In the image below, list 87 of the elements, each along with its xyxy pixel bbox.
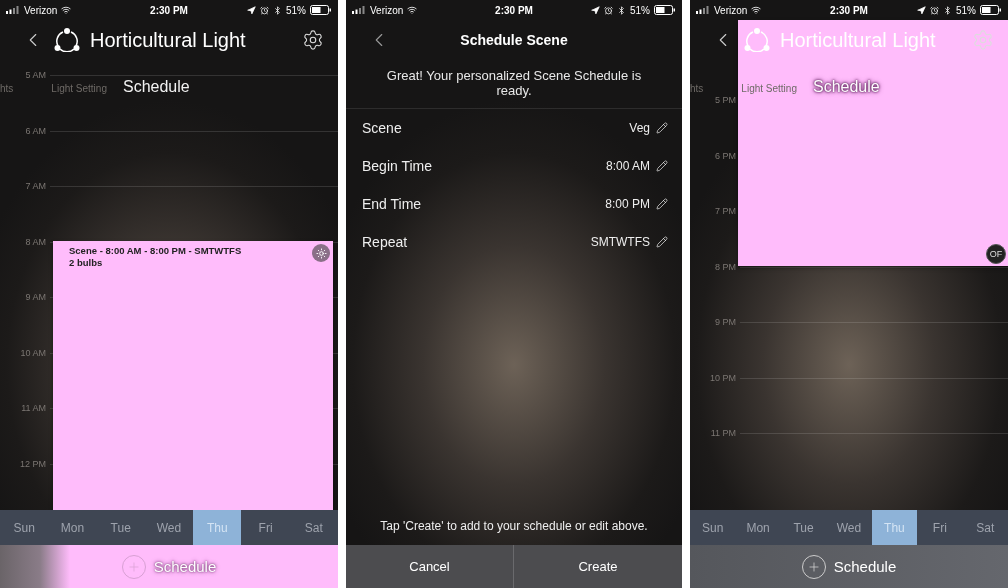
field-value[interactable]: Veg bbox=[629, 121, 650, 135]
screen-title: Horticultural Light bbox=[90, 28, 246, 52]
day-tab[interactable]: Wed bbox=[826, 510, 872, 545]
battery-icon bbox=[654, 5, 676, 15]
location-icon bbox=[917, 5, 926, 15]
day-tab[interactable]: Sat bbox=[289, 510, 338, 545]
day-tab[interactable]: Mon bbox=[48, 510, 97, 545]
edit-icon[interactable] bbox=[656, 122, 668, 134]
field-label: Repeat bbox=[362, 234, 408, 250]
hour-label: 11 PM bbox=[709, 428, 736, 438]
tab[interactable]: Light Setting bbox=[741, 83, 797, 94]
logo-icon bbox=[744, 28, 770, 52]
field-label: Begin Time bbox=[362, 158, 433, 174]
confirmation-message: Great! Your personalized Scene Schedule is ready. bbox=[346, 60, 682, 109]
hint-text: Tap 'Create' to add to your schedule or edit above. bbox=[379, 519, 649, 535]
carrier-name: Verizon bbox=[370, 4, 404, 16]
signal-icon bbox=[696, 6, 710, 14]
signal-icon bbox=[6, 6, 20, 14]
screen-title: Horticultural Light bbox=[780, 28, 936, 52]
location-icon bbox=[591, 5, 600, 15]
bluetooth-icon bbox=[273, 5, 282, 15]
clock-time: 2:30 PM bbox=[495, 4, 533, 16]
wifi-icon bbox=[407, 5, 418, 15]
hour-label: 5 PM bbox=[714, 95, 736, 105]
day-tab[interactable]: Sat bbox=[962, 510, 1008, 545]
hour-label: 10 PM bbox=[709, 372, 736, 383]
edit-icon[interactable] bbox=[656, 160, 668, 172]
carrier-name: Verizon bbox=[24, 4, 58, 16]
battery-percent: 51% bbox=[956, 4, 976, 16]
footer-button[interactable]: Create bbox=[514, 545, 682, 588]
tab[interactable]: Schedule bbox=[122, 78, 190, 96]
hour-label: 11 AM bbox=[20, 403, 46, 413]
signal-icon bbox=[352, 6, 366, 14]
schedule-event[interactable]: Scene - 8:00 AM - 8:00 PM - SMTWTFS 2 bulbs bbox=[53, 241, 333, 510]
tab[interactable]: Light Setting bbox=[51, 83, 107, 94]
footer-button[interactable]: Cancel bbox=[346, 545, 514, 588]
battery-percent: 51% bbox=[630, 4, 650, 16]
field-value[interactable]: SMTWTFS bbox=[590, 235, 650, 249]
clock-time: 2:30 PM bbox=[830, 4, 868, 16]
add-schedule-button[interactable]: Schedule bbox=[801, 554, 897, 579]
battery-icon bbox=[310, 5, 332, 15]
edit-icon[interactable] bbox=[656, 236, 668, 248]
alarm-icon bbox=[260, 5, 269, 15]
screen-title: Schedule Scene bbox=[460, 32, 568, 48]
day-tab[interactable]: Tue bbox=[780, 510, 827, 545]
field-value[interactable]: 8:00 PM bbox=[605, 197, 650, 211]
hour-label: 8 AM bbox=[24, 236, 46, 247]
clock-time: 2:30 PM bbox=[150, 4, 188, 16]
wifi-icon bbox=[61, 5, 72, 15]
settings-icon[interactable] bbox=[302, 29, 324, 51]
tab[interactable]: hts bbox=[690, 83, 704, 94]
location-icon bbox=[247, 5, 256, 15]
carrier-name: Verizon bbox=[714, 4, 748, 16]
wifi-icon bbox=[751, 5, 762, 15]
hour-label: 8 PM bbox=[714, 261, 736, 272]
hour-label: 10 AM bbox=[19, 347, 46, 358]
off-toggle[interactable]: OF bbox=[986, 244, 1006, 264]
day-tab[interactable]: Mon bbox=[735, 510, 781, 545]
day-tab[interactable]: Fri bbox=[917, 510, 963, 545]
hour-label: 5 AM bbox=[24, 70, 46, 80]
alarm-icon bbox=[930, 5, 939, 15]
tab[interactable]: hts bbox=[0, 83, 14, 94]
light-toggle[interactable] bbox=[312, 244, 330, 262]
field-value[interactable]: 8:00 AM bbox=[605, 159, 650, 173]
day-tab[interactable]: Fri bbox=[241, 510, 290, 545]
bluetooth-icon bbox=[943, 5, 952, 15]
bluetooth-icon bbox=[617, 5, 626, 15]
field-label: End Time bbox=[362, 196, 422, 212]
alarm-icon bbox=[604, 5, 613, 15]
hour-label: 7 AM bbox=[24, 181, 46, 191]
edit-icon[interactable] bbox=[656, 198, 668, 210]
hour-label: 6 PM bbox=[714, 150, 736, 161]
event-title: Scene - 8:00 AM - 8:00 PM - SMTWTFS bbox=[69, 245, 242, 256]
hour-label: 7 PM bbox=[714, 206, 736, 216]
hour-label: 9 PM bbox=[714, 317, 736, 327]
hour-label: 9 AM bbox=[24, 292, 46, 302]
hour-label: 12 PM bbox=[19, 458, 46, 469]
battery-percent: 51% bbox=[286, 4, 306, 16]
logo-icon bbox=[54, 28, 80, 52]
day-tab[interactable]: Wed bbox=[144, 510, 194, 545]
hour-label: 6 AM bbox=[24, 125, 46, 136]
event-subtitle: 2 bulbs bbox=[69, 257, 104, 268]
day-tab[interactable]: Sun bbox=[0, 510, 49, 545]
day-tab[interactable]: Sun bbox=[690, 510, 736, 545]
battery-icon bbox=[980, 5, 1002, 15]
day-tab[interactable]: Tue bbox=[96, 510, 145, 545]
field-label: Scene bbox=[362, 120, 402, 136]
